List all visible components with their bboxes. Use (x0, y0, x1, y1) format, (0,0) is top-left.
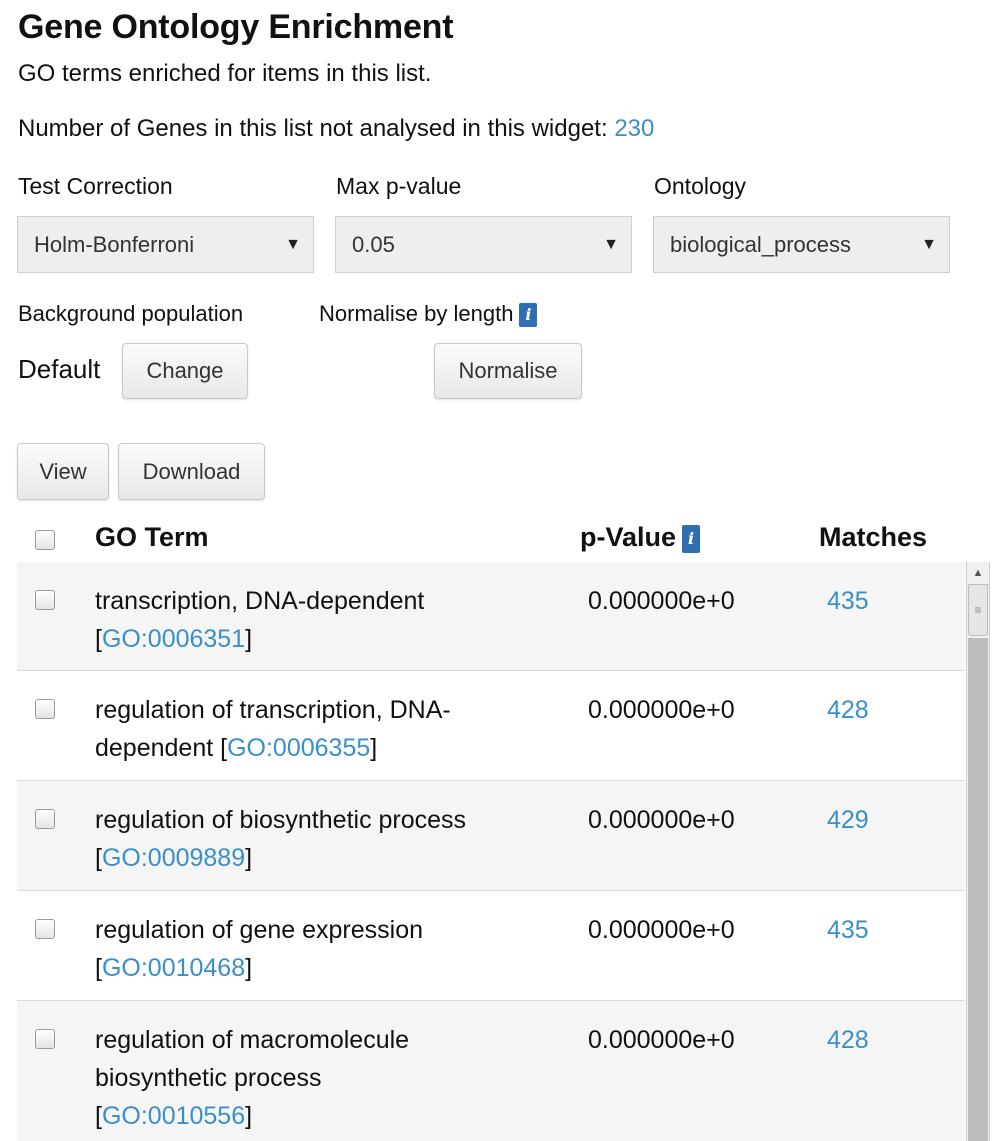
matches-link[interactable]: 435 (827, 911, 869, 949)
table-row: regulation of biosynthetic process[GO:00… (17, 781, 965, 891)
go-term-name: regulation of macromolecule (95, 1026, 409, 1054)
go-term-cell: regulation of gene expression[GO:0010468… (95, 911, 565, 987)
not-analysed-line: Number of Genes in this list not analyse… (18, 115, 654, 143)
ontology-label: Ontology (654, 173, 746, 200)
chevron-down-icon: ▼ (285, 236, 301, 254)
background-population-label: Background population (18, 301, 243, 327)
select-all-checkbox[interactable] (35, 530, 55, 550)
scroll-up-arrow-icon[interactable]: ▲ (967, 562, 989, 585)
go-id-link[interactable]: GO:0006351 (102, 625, 245, 653)
ontology-value: biological_process (670, 232, 851, 258)
chevron-down-icon: ▼ (603, 236, 619, 254)
normalise-button[interactable]: Normalise (434, 343, 582, 399)
row-checkbox[interactable] (35, 699, 55, 719)
change-button[interactable]: Change (122, 343, 248, 399)
table-row: transcription, DNA-dependent[GO:0006351]… (17, 562, 965, 671)
go-term-name-cont: dependent (95, 734, 213, 762)
row-checkbox[interactable] (35, 1029, 55, 1049)
go-id-link[interactable]: GO:0009889 (102, 844, 245, 872)
page-subtitle: GO terms enriched for items in this list… (18, 60, 431, 88)
matches-header: Matches (819, 522, 927, 553)
pvalue-header: p-Value (580, 522, 676, 552)
pvalue-cell: 0.000000e+0 (588, 582, 735, 620)
test-correction-select[interactable]: Holm-Bonferroni ▼ (17, 216, 314, 273)
matches-link[interactable]: 428 (827, 1021, 869, 1059)
pvalue-cell: 0.000000e+0 (588, 691, 735, 729)
background-value: Default (18, 354, 100, 385)
info-icon[interactable]: i (682, 525, 700, 553)
chevron-down-icon: ▼ (921, 236, 937, 254)
go-term-name-cont: biosynthetic process (95, 1064, 322, 1092)
table-row: regulation of transcription, DNA-depende… (17, 671, 965, 781)
max-pvalue-select[interactable]: 0.05 ▼ (335, 216, 632, 273)
matches-link[interactable]: 428 (827, 691, 869, 729)
download-button[interactable]: Download (118, 443, 265, 500)
table-scrollbar[interactable]: ▲ ≡ (966, 562, 990, 1141)
matches-link[interactable]: 435 (827, 582, 869, 620)
max-pvalue-label: Max p-value (336, 173, 461, 200)
go-term-cell: regulation of biosynthetic process[GO:00… (95, 801, 565, 877)
scroll-track[interactable] (968, 638, 988, 1141)
go-term-cell: transcription, DNA-dependent[GO:0006351] (95, 582, 565, 658)
go-term-name: regulation of gene expression (95, 916, 423, 944)
go-term-name: regulation of transcription, DNA- (95, 696, 451, 724)
max-pvalue-value: 0.05 (352, 232, 395, 258)
go-id-link[interactable]: GO:0006355 (227, 734, 370, 762)
not-analysed-count-link[interactable]: 230 (614, 115, 654, 142)
table-row: regulation of macromolecule biosynthetic … (17, 1001, 965, 1141)
pvalue-cell: 0.000000e+0 (588, 1021, 735, 1059)
not-analysed-label: Number of Genes in this list not analyse… (18, 115, 608, 142)
ontology-select[interactable]: biological_process ▼ (653, 216, 950, 273)
scroll-thumb[interactable]: ≡ (968, 584, 988, 636)
go-term-header: GO Term (95, 522, 209, 553)
row-checkbox[interactable] (35, 919, 55, 939)
test-correction-value: Holm-Bonferroni (34, 232, 194, 258)
info-icon[interactable]: i (519, 303, 537, 327)
normalise-by-length-label: Normalise by length (319, 301, 513, 326)
go-term-name: transcription, DNA-dependent (95, 587, 424, 615)
go-id-link[interactable]: GO:0010556 (102, 1102, 245, 1130)
row-checkbox[interactable] (35, 809, 55, 829)
results-table-body: transcription, DNA-dependent[GO:0006351]… (17, 562, 965, 1141)
page-title: Gene Ontology Enrichment (18, 8, 453, 47)
table-row: regulation of gene expression[GO:0010468… (17, 891, 965, 1001)
view-button[interactable]: View (17, 443, 109, 500)
go-id-link[interactable]: GO:0010468 (102, 954, 245, 982)
go-term-cell: regulation of macromolecule biosynthetic … (95, 1021, 565, 1135)
pvalue-header-group: p-Valuei (580, 522, 700, 553)
matches-link[interactable]: 429 (827, 801, 869, 839)
row-checkbox[interactable] (35, 590, 55, 610)
pvalue-cell: 0.000000e+0 (588, 801, 735, 839)
normalise-by-length-label-group: Normalise by lengthi (319, 301, 537, 327)
go-term-name: regulation of biosynthetic process (95, 806, 466, 834)
go-term-cell: regulation of transcription, DNA-depende… (95, 691, 565, 767)
test-correction-label: Test Correction (18, 173, 173, 200)
pvalue-cell: 0.000000e+0 (588, 911, 735, 949)
